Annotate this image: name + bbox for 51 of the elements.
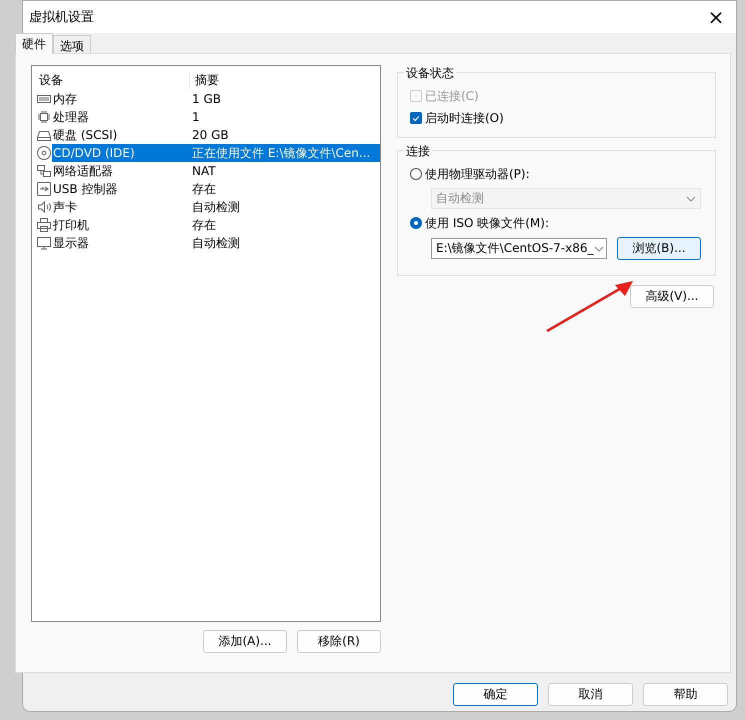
browse-button[interactable]: 浏览(B)... (617, 237, 701, 260)
table-cell[interactable]: 存在 (191, 216, 380, 234)
table-cell[interactable]: 网络适配器 (52, 162, 191, 180)
tab[interactable]: 选项 (53, 35, 91, 53)
table-cell[interactable]: USB 控制器 (52, 180, 191, 198)
radio-label: 使用 ISO 映像文件(M): (425, 214, 549, 232)
table-cell[interactable]: 自动检测 (191, 234, 380, 252)
window-title: 虚拟机设置 (28, 9, 94, 26)
device-icon (36, 145, 52, 161)
device-icon (36, 217, 52, 233)
radio-button[interactable] (410, 168, 422, 180)
table-cell[interactable]: 声卡 (52, 198, 191, 216)
device-icon (36, 163, 52, 179)
table-cell[interactable]: 内存 (52, 90, 191, 108)
table-cell[interactable]: CD/DVD (IDE) (52, 144, 191, 162)
dialog-button[interactable]: 确定 (453, 683, 538, 706)
group-title: 设备状态 (404, 65, 456, 82)
table-cell[interactable]: 硬盘 (SCSI) (52, 126, 191, 144)
radio-label: 使用物理驱动器(P): (425, 166, 530, 182)
table-cell[interactable]: 显示器 (52, 234, 191, 252)
table-cell[interactable]: 自动检测 (191, 198, 380, 216)
group-title: 连接 (404, 143, 432, 160)
table-cell[interactable]: 正在使用文件 E:\镜像文件\Cen... (191, 144, 380, 162)
checkbox-label: 已连接(C) (425, 88, 479, 104)
dialog-button[interactable]: 取消 (548, 683, 633, 706)
column-header: 设备 (36, 72, 190, 88)
device-icon (36, 109, 52, 125)
table-cell[interactable]: 存在 (191, 180, 380, 198)
advanced-button[interactable]: 高级(V)... (630, 285, 714, 308)
chevron-down-icon (686, 196, 696, 202)
checkbox[interactable] (410, 112, 422, 124)
device-icon (36, 199, 52, 215)
column-header: 摘要 (194, 72, 219, 88)
table-cell[interactable]: 1 (191, 108, 380, 126)
check-icon (411, 113, 421, 123)
table-cell[interactable]: 20 GB (191, 126, 380, 144)
device-icon (36, 235, 52, 251)
tab[interactable]: 硬件 (15, 33, 53, 54)
list-button[interactable]: 移除(R) (297, 630, 381, 653)
radio-button[interactable] (410, 217, 422, 229)
table-cell[interactable]: NAT (191, 162, 380, 180)
table-cell[interactable]: 1 GB (191, 90, 380, 108)
table-cell[interactable]: 处理器 (52, 108, 191, 126)
dropdown[interactable]: E:\镜像文件\CentOS-7-x86_ (431, 238, 607, 259)
close-button[interactable]: × (698, 2, 734, 32)
checkbox-label: 启动时连接(O) (425, 110, 504, 126)
dialog-button[interactable]: 帮助 (643, 683, 728, 706)
list-button[interactable]: 添加(A)... (203, 630, 287, 653)
device-icon (36, 181, 52, 197)
table-cell[interactable]: 打印机 (52, 216, 191, 234)
chevron-down-icon (594, 246, 604, 252)
